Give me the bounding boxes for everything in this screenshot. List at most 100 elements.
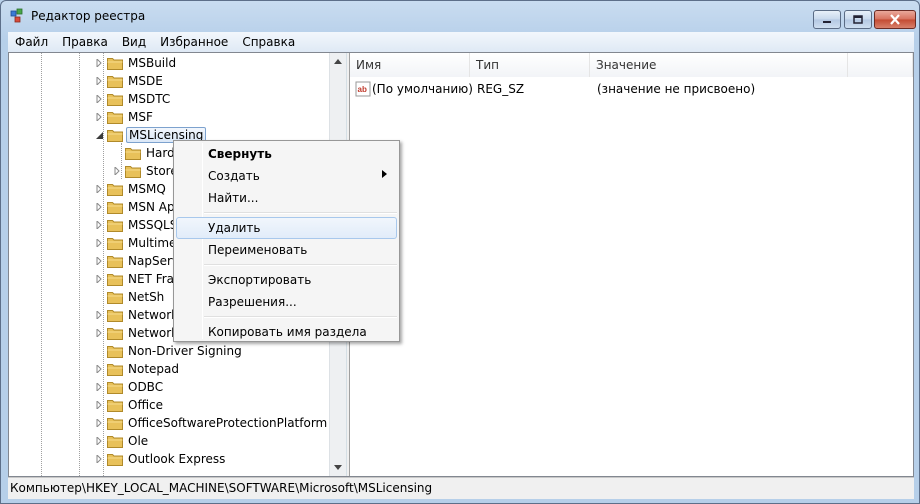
context-menu-item-export[interactable]: Экспортировать (176, 269, 397, 291)
folder-icon (107, 182, 123, 196)
window-title: Редактор реестра (31, 9, 146, 23)
close-icon (890, 14, 900, 25)
expand-icon[interactable] (93, 324, 105, 342)
submenu-arrow-icon (382, 165, 387, 187)
tree-item[interactable]: Non-Driver Signing (93, 342, 244, 360)
expand-icon[interactable] (93, 108, 105, 126)
collapse-icon[interactable] (93, 126, 105, 144)
folder-icon (107, 110, 123, 124)
tree-item[interactable]: Store (111, 162, 180, 180)
expand-icon[interactable] (93, 432, 105, 450)
expand-icon[interactable] (93, 198, 105, 216)
value-type-cell: REG_SZ (477, 82, 525, 96)
column-header-type[interactable]: Тип (470, 53, 590, 77)
folder-icon (107, 434, 123, 448)
tree-item-label: MSN Ap (128, 200, 175, 214)
scroll-down-icon (334, 465, 342, 470)
menu-view[interactable]: Вид (115, 32, 153, 52)
tree-item[interactable]: MSDTC (93, 90, 172, 108)
value-data-cell: (значение не присвоено) (597, 82, 756, 96)
expand-icon[interactable] (93, 54, 105, 72)
expand-icon[interactable] (93, 252, 105, 270)
expand-icon[interactable] (93, 450, 105, 468)
expand-icon[interactable] (93, 90, 105, 108)
expand-icon[interactable] (93, 396, 105, 414)
tree-item[interactable]: MSMQ (93, 180, 168, 198)
tree-item[interactable]: Outlook Express (93, 450, 227, 468)
folder-icon (125, 164, 141, 178)
context-menu-item-label: Найти... (208, 191, 259, 205)
context-menu-item-rename[interactable]: Переименовать (176, 239, 397, 261)
expand-icon[interactable] (93, 72, 105, 90)
status-bar: Компьютер\HKEY_LOCAL_MACHINE\SOFTWARE\Mi… (8, 477, 914, 499)
expand-icon[interactable] (93, 306, 105, 324)
folder-icon (107, 218, 123, 232)
tree-item-label: Ole (128, 434, 149, 448)
tree-item[interactable]: MSDE (93, 72, 165, 90)
tree-item[interactable]: Multime (93, 234, 178, 252)
tree-item-label: MSSQLS (128, 218, 178, 232)
menu-help[interactable]: Справка (235, 32, 302, 52)
tree-item[interactable]: NET Fran (93, 270, 184, 288)
folder-icon (107, 362, 123, 376)
expand-icon[interactable] (111, 162, 123, 180)
folder-icon (107, 398, 123, 412)
column-header-name[interactable]: Имя (350, 53, 470, 77)
expand-icon[interactable] (93, 216, 105, 234)
context-menu-item-copy-key-name[interactable]: Копировать имя раздела (176, 321, 397, 343)
tree-item-label: Multime (128, 236, 177, 250)
tree-item[interactable]: Network (93, 324, 180, 342)
column-header-value[interactable]: Значение (590, 53, 848, 77)
tree-item[interactable]: Notepad (93, 360, 181, 378)
close-button[interactable] (874, 10, 916, 29)
context-menu-item-find[interactable]: Найти... (176, 187, 397, 209)
tree-item[interactable]: MSN Ap (93, 198, 177, 216)
tree-item[interactable]: ODBC (93, 378, 165, 396)
context-menu-item-collapse[interactable]: Свернуть (176, 143, 397, 165)
minimize-icon (823, 20, 831, 23)
tree-item[interactable]: Office (93, 396, 165, 414)
tree-item[interactable]: NapServ (93, 252, 181, 270)
context-menu-item-label: Создать (208, 169, 260, 183)
minimize-button[interactable] (813, 10, 841, 29)
expand-icon[interactable] (93, 414, 105, 432)
tree-item[interactable]: Ole (93, 432, 150, 450)
menu-edit[interactable]: Правка (55, 32, 115, 52)
expand-icon[interactable] (93, 270, 105, 288)
tree-item[interactable]: MSF (93, 108, 155, 126)
menu-file[interactable]: Файл (8, 32, 55, 52)
tree-item-label: NetSh (128, 290, 165, 304)
context-menu-item-permissions[interactable]: Разрешения... (176, 291, 397, 313)
tree-item[interactable]: MSSQLS (93, 216, 179, 234)
tree-item[interactable]: OfficeSoftwareProtectionPlatform (93, 414, 329, 432)
folder-icon (107, 290, 123, 304)
context-menu-item-label: Удалить (208, 221, 261, 235)
menu-favorites[interactable]: Избранное (153, 32, 235, 52)
expand-icon[interactable] (93, 234, 105, 252)
folder-icon (107, 128, 123, 142)
expand-icon[interactable] (93, 360, 105, 378)
menu-separator (204, 264, 397, 266)
context-menu-item-delete[interactable]: Удалить (176, 217, 397, 239)
tree-item[interactable]: Network (93, 306, 180, 324)
context-menu-item-label: Экспортировать (208, 273, 312, 287)
tree-guide-line (79, 53, 80, 476)
value-name-cell[interactable]: (По умолчанию) (372, 80, 473, 98)
folder-icon (107, 200, 123, 214)
maximize-button[interactable] (844, 10, 872, 29)
values-list[interactable]: Имя Тип Значение ab (По умолчанию) REG_S… (350, 53, 913, 476)
tree-item[interactable]: Hard (111, 144, 177, 162)
expand-icon[interactable] (93, 180, 105, 198)
title-bar[interactable]: Редактор реестра (1, 1, 919, 32)
context-menu-item-create[interactable]: Создать (176, 165, 397, 187)
scroll-up-button[interactable] (330, 53, 346, 70)
tree-item[interactable]: NetSh (93, 288, 166, 306)
tree-item[interactable]: MSBuild (93, 54, 178, 72)
scroll-down-button[interactable] (330, 459, 346, 476)
expand-icon[interactable] (93, 378, 105, 396)
folder-icon (107, 452, 123, 466)
menu-separator (204, 316, 397, 318)
